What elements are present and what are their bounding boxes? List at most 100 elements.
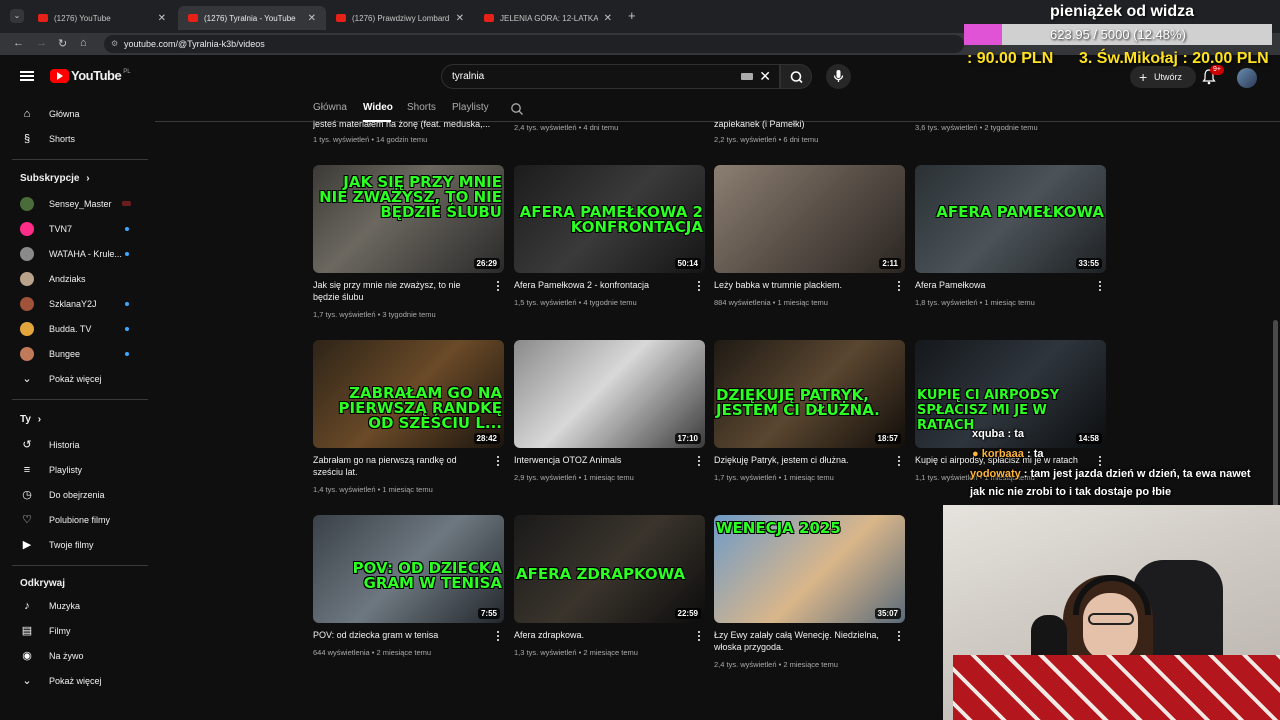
tab-videos[interactable]: Wideo xyxy=(363,102,393,113)
tab-close-icon[interactable]: ✕ xyxy=(308,13,316,24)
menu-icon[interactable] xyxy=(20,71,34,81)
subscriptions-heading[interactable]: Subskrypcje › xyxy=(20,173,90,184)
voice-search-button[interactable] xyxy=(826,64,851,89)
video-thumbnail[interactable]: DZIĘKUJĘ PATRYK, JESTEM CI DŁUŻNA. 18:57 xyxy=(714,340,905,448)
youtube-logo[interactable]: YouTube PL xyxy=(50,68,131,83)
tab-shorts[interactable]: Shorts xyxy=(407,102,436,113)
keyboard-icon[interactable] xyxy=(741,73,753,80)
video-title[interactable]: Zabrałam go na pierwszą randkę od sześci… xyxy=(313,454,488,478)
sidebar-item-label: Historia xyxy=(49,440,80,450)
forward-icon[interactable]: → xyxy=(36,37,47,49)
video-meta: 2,4 tys. wyświetleń • 2 miesiące temu xyxy=(714,660,838,669)
more-actions-icon[interactable] xyxy=(496,456,500,466)
new-tab-icon[interactable]: + xyxy=(628,8,636,23)
chevron-down-icon: ⌄ xyxy=(22,373,32,385)
url-field[interactable]: ⚙ youtube.com/@Tyralnia-k3b/videos xyxy=(104,35,964,53)
more-actions-icon[interactable] xyxy=(897,456,901,466)
video-thumbnail[interactable]: ZABRAŁAM GO NA PIERWSZĄ RANDKĘ OD SZEŚCI… xyxy=(313,340,504,448)
more-actions-icon[interactable] xyxy=(897,281,901,291)
sidebar-item-liked[interactable]: ♡ Polubione filmy xyxy=(0,509,150,531)
thumbnail-caption: DZIĘKUJĘ PATRYK, JESTEM CI DŁUŻNA. xyxy=(716,386,880,419)
video-title[interactable]: Afera zdrapkowa. xyxy=(514,629,689,641)
sidebar-item-shorts[interactable]: § Shorts xyxy=(0,128,150,150)
video-title[interactable]: Afera Pamełkowa 2 - konfrontacja xyxy=(514,279,689,291)
site-info-icon[interactable]: ⚙ xyxy=(111,35,118,53)
video-thumbnail[interactable]: 17:10 xyxy=(514,340,705,448)
video-thumbnail[interactable]: POV: OD DZIECKA GRAM W TENISA 7:55 xyxy=(313,515,504,623)
video-thumbnail[interactable]: AFERA PAMEŁKOWA 2 KONFRONTACJA 50:14 xyxy=(514,165,705,273)
video-title[interactable]: Dziękuję Patryk, jestem ci dłużna. xyxy=(714,454,889,466)
sidebar-item-films[interactable]: ▤ Filmy xyxy=(0,620,150,642)
video-title[interactable]: jesteś materiałem na żonę (feat. meduska… xyxy=(313,119,493,130)
sidebar-sub-channel[interactable]: Sensey_Master xyxy=(0,193,150,215)
more-actions-icon[interactable] xyxy=(697,456,701,466)
video-title[interactable]: Interwencja OTOZ Animals xyxy=(514,454,689,466)
video-title[interactable]: Afera Pamełkowa xyxy=(915,279,1090,291)
channel-search-icon[interactable] xyxy=(510,102,524,116)
shorts-icon: § xyxy=(23,133,31,145)
sidebar-explore-show-more[interactable]: ⌄ Pokaż więcej xyxy=(0,670,150,692)
donation-goal-title: pieniążek od widza xyxy=(1050,3,1195,20)
chat-text: : tam jest jazda dzień w dzień, ta ewa n… xyxy=(1023,468,1251,480)
search-input[interactable]: tyralnia ✕ xyxy=(441,64,780,89)
back-icon[interactable]: ← xyxy=(13,37,24,49)
video-title[interactable]: Jak się przy mnie nie zważysz, to nie bę… xyxy=(313,279,488,303)
home-icon[interactable]: ⌂ xyxy=(80,37,87,49)
tab-close-icon[interactable]: ✕ xyxy=(158,13,166,24)
sidebar-sub-channel[interactable]: TVN7 xyxy=(0,218,150,240)
reload-icon[interactable]: ↻ xyxy=(58,37,67,50)
tab-home[interactable]: Główna xyxy=(313,102,347,113)
browser-tab[interactable]: JELENIA GÓRA: 12-LATKA ZAM ✕ xyxy=(474,6,622,30)
search-button[interactable] xyxy=(780,64,812,89)
sidebar-sub-channel[interactable]: Budda. TV xyxy=(0,318,150,340)
video-thumbnail[interactable]: 2:11 xyxy=(714,165,905,273)
sidebar-sub-channel[interactable]: WATAHA - Krule... xyxy=(0,243,150,265)
video-title[interactable]: Leży babka w trumnie plackiem. xyxy=(714,279,889,291)
video-duration: 26:29 xyxy=(473,258,500,269)
music-icon: ♪ xyxy=(24,600,30,612)
tab-close-icon[interactable]: ✕ xyxy=(456,13,464,24)
video-title[interactable]: POV: od dziecka gram w tenisa xyxy=(313,629,488,641)
sidebar-sub-channel[interactable]: SzklanaY2J xyxy=(0,293,150,315)
sidebar-item-music[interactable]: ♪ Muzyka xyxy=(0,595,150,617)
video-thumbnail[interactable]: WENECJA 2025 35:07 xyxy=(714,515,905,623)
video-title[interactable]: zapiekanek (i Pamełki) xyxy=(714,119,894,130)
video-duration: 33:55 xyxy=(1075,258,1102,269)
sidebar-item-live[interactable]: ◉ Na żywo xyxy=(0,645,150,667)
browser-tab[interactable]: (1276) YouTube ✕ xyxy=(28,6,176,30)
more-actions-icon[interactable] xyxy=(1098,281,1102,291)
browser-tab[interactable]: (1276) Prawdziwy Lombard - O ✕ xyxy=(326,6,474,30)
chat-username: yodowaty xyxy=(970,468,1021,480)
you-heading[interactable]: Ty › xyxy=(20,414,41,425)
tab-search-icon[interactable]: ⌄ xyxy=(10,9,24,23)
video-title[interactable]: Łzy Ewy zalały całą Wenecję. Niedzielna,… xyxy=(714,629,889,653)
sidebar-item-label: Bungee xyxy=(49,349,81,359)
sidebar-item-watch-later[interactable]: ◷ Do obejrzenia xyxy=(0,484,150,506)
video-thumbnail[interactable]: AFERA PAMEŁKOWA 33:55 xyxy=(915,165,1106,273)
more-actions-icon[interactable] xyxy=(496,281,500,291)
search-value: tyralnia xyxy=(452,71,485,82)
more-actions-icon[interactable] xyxy=(697,281,701,291)
sidebar-subs-show-more[interactable]: ⌄ Pokaż więcej xyxy=(0,368,150,390)
more-actions-icon[interactable] xyxy=(496,631,500,641)
channel-avatar xyxy=(20,347,34,361)
tab-playlists[interactable]: Playlisty xyxy=(452,102,489,113)
sidebar-sub-channel[interactable]: Bungee xyxy=(0,343,150,365)
sidebar-item-history[interactable]: ↺ Historia xyxy=(0,434,150,456)
more-actions-icon[interactable] xyxy=(697,631,701,641)
sidebar-item-home[interactable]: ⌂ Główna xyxy=(0,103,150,125)
sidebar-sub-channel[interactable]: Andziaks xyxy=(0,268,150,290)
tab-close-icon[interactable]: ✕ xyxy=(604,13,612,24)
new-content-dot xyxy=(125,352,129,356)
more-actions-icon[interactable] xyxy=(897,631,901,641)
video-thumbnail[interactable]: AFERA ZDRAPKOWA 22:59 xyxy=(514,515,705,623)
chat-text: : ta xyxy=(1007,428,1024,440)
video-thumbnail[interactable]: JAK SIĘ PRZY MNIE NIE ZWAŻYSZ, TO NIE BĘ… xyxy=(313,165,504,273)
sidebar-item-playlists[interactable]: ≡ Playlisty xyxy=(0,459,150,481)
thumbnail-caption: AFERA PAMEŁKOWA 2 KONFRONTACJA xyxy=(519,203,703,236)
more-actions-icon[interactable] xyxy=(1098,456,1102,466)
sidebar-item-your-videos[interactable]: ▶ Twoje filmy xyxy=(0,534,150,556)
browser-tab-active[interactable]: (1276) Tyralnia - YouTube ✕ xyxy=(178,6,326,30)
create-label: Utwórz xyxy=(1154,72,1183,82)
clear-search-icon[interactable]: ✕ xyxy=(759,65,771,88)
